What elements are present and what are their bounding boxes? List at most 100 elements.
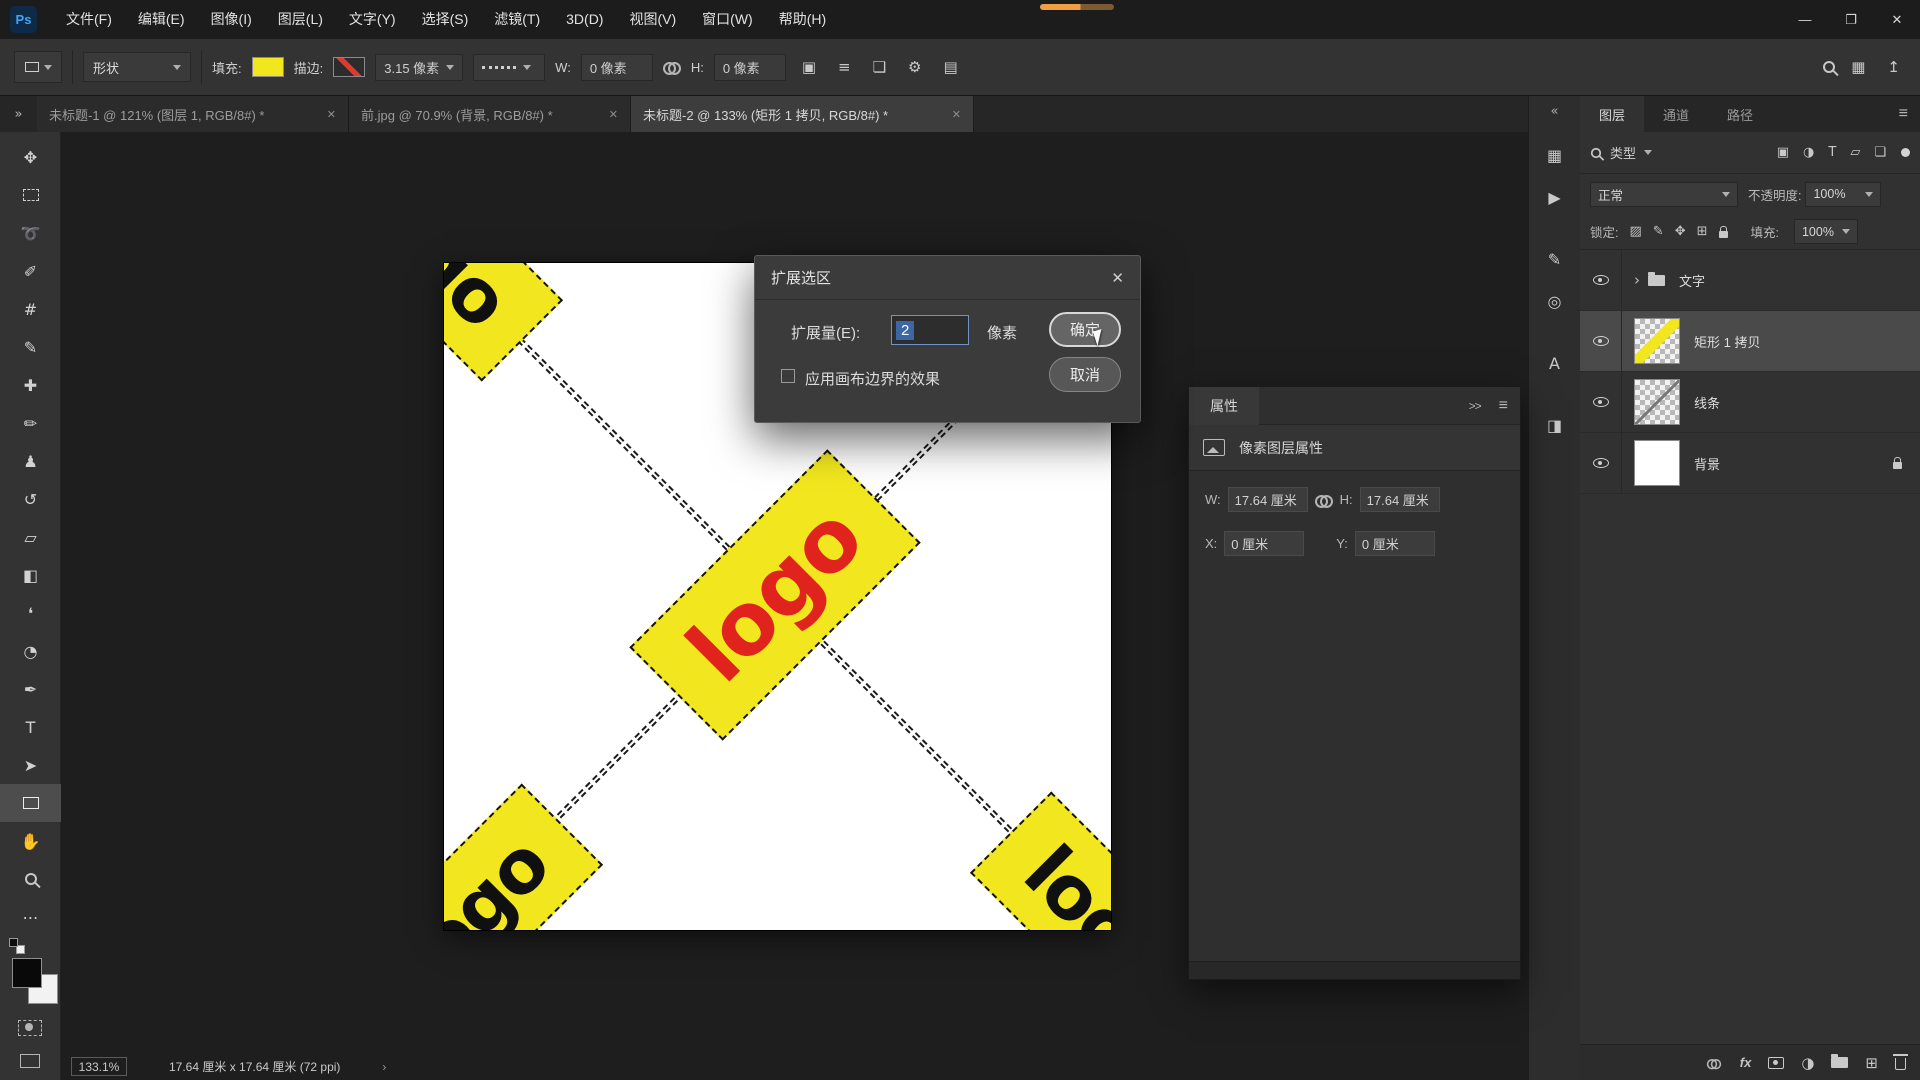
default-colors-icon[interactable] [9,938,18,947]
opacity-field[interactable]: 100% [1805,182,1881,207]
status-options-chevron[interactable]: › [382,1060,386,1074]
x-field[interactable]: 0 厘米 [1224,531,1304,556]
tab-document-untitled-2[interactable]: 未标题-2 @ 133% (矩形 1 拷贝, RGB/8#) * ✕ [631,96,974,132]
fill-opacity-field[interactable]: 100% [1794,219,1858,244]
tool-mode-select[interactable]: 形状 [83,52,191,82]
search-icon[interactable] [1823,61,1835,73]
chevron-down-icon[interactable] [1644,150,1652,155]
filter-type-layers-icon[interactable]: T [1825,145,1839,160]
marquee-tool[interactable] [0,176,61,214]
menu-view[interactable]: 视图(V) [616,0,689,39]
quick-selection-tool[interactable]: ✐ [0,252,61,290]
filter-pixel-layers-icon[interactable]: ▣ [1774,145,1792,160]
layer-thumbnail[interactable] [1634,440,1680,486]
lock-all-icon[interactable] [1719,231,1728,238]
shape-height-field[interactable]: 0 像素 [714,54,786,81]
layer-name[interactable]: 背景 [1694,454,1720,473]
gradient-tool[interactable]: ◧ [0,556,61,594]
edit-toolbar-button[interactable]: ⋯ [0,898,61,936]
lock-artboard-icon[interactable]: ⊞ [1697,224,1708,239]
settings-gear-icon[interactable]: ⚙ [902,58,927,76]
zoom-level-field[interactable]: 133.1% [71,1057,127,1076]
tab-paths[interactable]: 路径 [1708,96,1772,132]
stroke-width-field[interactable]: 3.15 像素 [375,54,463,81]
canvas-bounds-checkbox-label[interactable]: 应用画布边界的效果 [805,368,940,389]
canvas-bounds-checkbox[interactable] [781,369,795,383]
crop-tool[interactable]: # [0,290,61,328]
collapse-panel-button[interactable]: >> [1469,399,1481,413]
quick-mask-button[interactable] [18,1020,42,1036]
actions-panel-icon[interactable]: ▶ [1535,179,1575,215]
zoom-tool[interactable] [0,860,61,898]
layer-row-group-text[interactable]: › 文字 [1580,250,1920,311]
tab-channels[interactable]: 通道 [1644,96,1708,132]
close-icon[interactable]: ✕ [942,108,961,121]
group-disclosure-chevron[interactable]: › [1634,271,1640,289]
healing-brush-tool[interactable]: ✚ [0,366,61,404]
y-field[interactable]: 0 厘米 [1355,531,1435,556]
blur-tool[interactable]: ❛ [0,594,61,632]
layer-thumbnail[interactable] [1634,318,1680,364]
dodge-tool[interactable]: ◔ [0,632,61,670]
menu-select[interactable]: 选择(S) [409,0,482,39]
fill-color-swatch[interactable] [252,57,284,77]
filter-type-label[interactable]: 类型 [1610,143,1636,162]
properties-panel-icon[interactable]: ◨ [1535,407,1575,443]
path-selection-tool[interactable]: ➤ [0,746,61,784]
eyedropper-tool[interactable]: ✎ [0,328,61,366]
rectangle-tool[interactable] [0,784,61,822]
type-tool[interactable]: T [0,708,61,746]
close-icon[interactable]: ✕ [599,108,618,121]
photoshop-logo[interactable]: Ps [10,6,37,33]
layer-style-fx-icon[interactable]: fx [1740,1055,1752,1070]
link-dimensions-icon[interactable] [663,62,681,72]
new-group-icon[interactable] [1831,1057,1848,1068]
layer-name[interactable]: 矩形 1 拷贝 [1694,332,1760,351]
height-field[interactable]: 17.64 厘米 [1360,487,1440,512]
character-panel-icon[interactable]: A [1535,345,1575,381]
shape-width-field[interactable]: 0 像素 [581,54,653,81]
clone-source-panel-icon[interactable]: ◎ [1535,283,1575,319]
lock-image-pixels-icon[interactable]: ✎ [1653,224,1664,239]
hand-tool[interactable]: ✋ [0,822,61,860]
tab-document-untitled-1[interactable]: 未标题-1 @ 121% (图层 1, RGB/8#) * ✕ [37,96,349,132]
stroke-style-select[interactable] [473,54,545,81]
link-layers-icon[interactable] [1707,1059,1721,1067]
share-icon[interactable]: ↥ [1881,58,1906,76]
close-icon[interactable]: ✕ [317,108,336,121]
filter-shape-layers-icon[interactable]: ▱ [1847,145,1863,160]
layer-name[interactable]: 文字 [1679,271,1705,290]
close-icon[interactable]: ✕ [1111,269,1124,287]
move-tool[interactable]: ✥ [0,138,61,176]
stroke-color-swatch[interactable] [333,57,365,77]
link-dimensions-icon[interactable] [1315,495,1333,505]
delete-layer-icon[interactable] [1895,1058,1906,1070]
close-button[interactable]: ✕ [1874,0,1920,39]
cancel-button[interactable]: 取消 [1049,357,1121,392]
menu-image[interactable]: 图像(I) [198,0,265,39]
adjustment-layer-icon[interactable]: ◑ [1801,1054,1814,1072]
lock-transparent-pixels-icon[interactable]: ▨ [1629,224,1641,239]
visibility-cell[interactable] [1580,372,1622,432]
layer-row-lines[interactable]: 线条 [1580,372,1920,433]
expand-panels-chevron[interactable]: « [1551,104,1559,119]
pen-tool[interactable]: ✒ [0,670,61,708]
brush-tool[interactable]: ✏ [0,404,61,442]
tab-properties[interactable]: 属性 [1189,387,1259,425]
menu-3d[interactable]: 3D(D) [553,0,616,39]
visibility-cell[interactable] [1580,311,1622,371]
lasso-tool[interactable]: ➰ [0,214,61,252]
tool-preset-picker[interactable] [14,51,62,83]
filter-smart-objects-icon[interactable]: ❏ [1871,145,1889,160]
menu-type[interactable]: 文字(Y) [336,0,409,39]
clone-stamp-tool[interactable]: ♟ [0,442,61,480]
layer-row-background[interactable]: 背景 [1580,433,1920,494]
tab-layers[interactable]: 图层 [1580,96,1644,132]
visibility-cell[interactable] [1580,433,1622,493]
learn-panel-icon[interactable]: ▦ [1535,137,1575,173]
filter-adjustment-layers-icon[interactable]: ◑ [1800,145,1817,160]
blend-mode-select[interactable]: 正常 [1590,182,1738,207]
minimize-button[interactable]: — [1782,0,1828,39]
tab-document-qian-jpg[interactable]: 前.jpg @ 70.9% (背景, RGB/8#) * ✕ [349,96,631,132]
visibility-cell[interactable] [1580,250,1622,310]
